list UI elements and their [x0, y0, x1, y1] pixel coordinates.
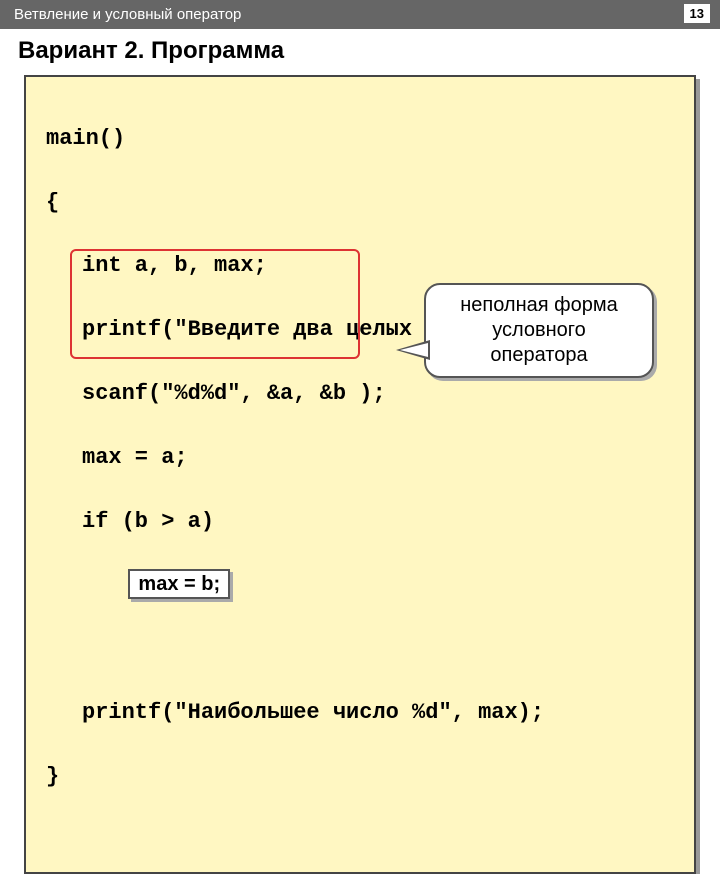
callout-bubble: неполная форма условного оператора — [424, 283, 654, 378]
callout-text-line: условного — [436, 318, 642, 343]
code-line: max = b; — [26, 569, 694, 601]
page-number: 13 — [684, 4, 710, 23]
code-line: printf("Наибольшее число %d", max); — [26, 697, 694, 729]
callout-text-line: неполная форма — [436, 293, 642, 318]
highlight-box-assign: max = b; — [128, 569, 230, 599]
code-line: if (b > a) — [26, 506, 694, 538]
slide-title: Вариант 2. Программа — [18, 37, 702, 65]
code-line: scanf("%d%d", &a, &b ); — [26, 378, 694, 410]
code-line — [26, 633, 694, 665]
slide-header: Ветвление и условный оператор — [0, 0, 720, 29]
red-outline-if-block — [70, 249, 360, 359]
code-box: main() { int a, b, max; printf("Введите … — [24, 75, 696, 874]
code-line: } — [26, 761, 694, 793]
callout-text-line: оператора — [436, 343, 642, 368]
code-line: max = a; — [26, 442, 694, 474]
breadcrumb: Ветвление и условный оператор — [14, 6, 241, 23]
code-line: { — [26, 187, 694, 219]
code-line: main() — [26, 123, 694, 155]
code-listing: main() { int a, b, max; printf("Введите … — [26, 91, 694, 856]
slide: Ветвление и условный оператор 13 Вариант… — [0, 0, 720, 540]
callout-tail-icon — [396, 340, 430, 360]
